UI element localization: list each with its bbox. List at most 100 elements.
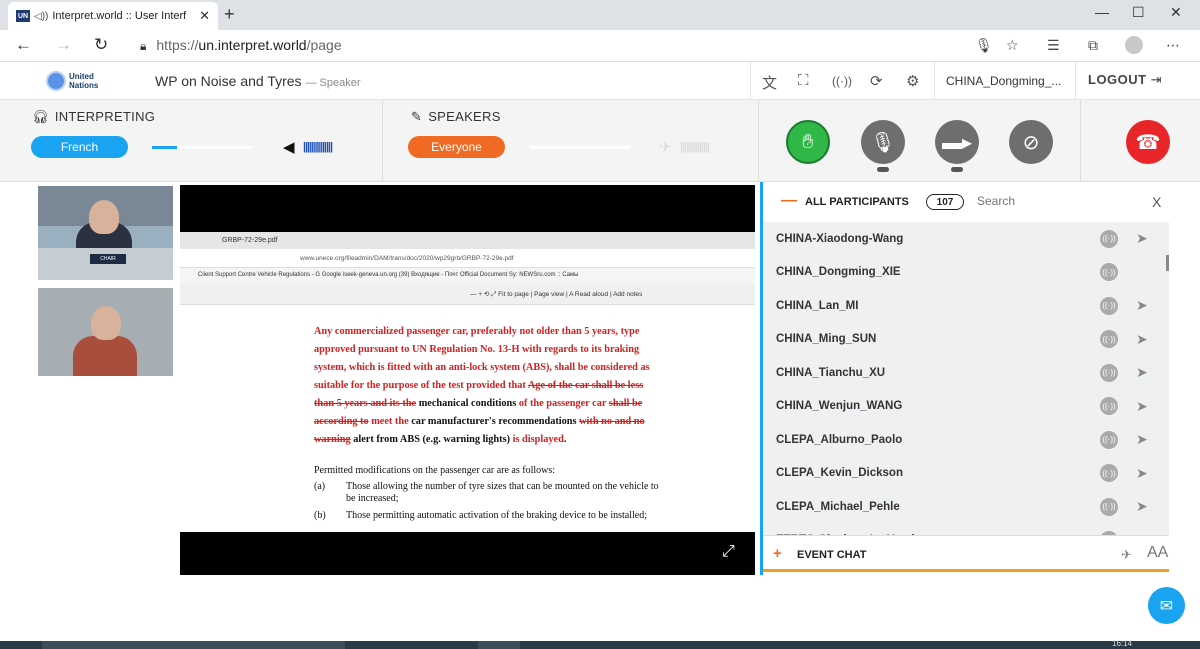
camera-button[interactable]: ▬▸ (935, 120, 979, 164)
url-path: /page (306, 37, 342, 53)
new-tab-button[interactable]: + (224, 4, 235, 25)
doc-item-label: (b) (314, 510, 326, 521)
participant-row[interactable]: CLEPA_Kevin_Dickson ((·)) ➤ (763, 457, 1169, 491)
participants-header: — ALL PARTICIPANTS 107 X (763, 182, 1169, 222)
participant-audio-icon[interactable]: ((·)) (1100, 430, 1118, 449)
taskbar-app[interactable] (478, 641, 520, 649)
un-emblem-icon (46, 71, 66, 91)
send-message-icon[interactable]: ➤ (1136, 498, 1148, 515)
participant-row[interactable]: CHINA_Wenjun_WANG ((·)) ➤ (763, 390, 1169, 424)
taskbar-search[interactable] (42, 641, 345, 649)
participant-row[interactable]: CHINA-Xiaodong-Wang ((·)) ➤ (763, 222, 1169, 256)
language-selector-button[interactable]: French (31, 136, 128, 158)
doc-text-red: meet the (368, 416, 412, 427)
send-message-icon[interactable]: ➤ (1136, 398, 1148, 415)
send-message-icon[interactable]: ➤ (1136, 465, 1148, 482)
doc-text-red: is displayed (512, 434, 564, 445)
url-field[interactable]: 🔒︎ https://un.interpret.world/page (140, 37, 342, 54)
camera-menu-toggle[interactable] (951, 167, 963, 172)
support-chat-button[interactable]: ✉ (1148, 587, 1185, 624)
send-message-icon[interactable]: ➤ (1136, 431, 1148, 448)
favorites-list-icon[interactable]: ☰ (1047, 37, 1060, 54)
participant-audio-icon[interactable]: ((·)) (1100, 263, 1118, 282)
microphone-permission-icon[interactable]: 🎙︎ (975, 37, 993, 54)
browser-tab[interactable]: UN ◁)) Interpret.world :: User Interf ✕ (8, 2, 218, 30)
participant-row[interactable]: ETRTO Gianluca Lo Vercio((·))➤ (763, 524, 1169, 535)
settings-gear-icon[interactable]: ⚙ (906, 72, 919, 90)
participants-list: CHINA-Xiaodong-Wang ((·)) ➤ CHINA_Dongming_… (763, 222, 1169, 535)
send-message-icon[interactable]: ➤ (1136, 230, 1148, 247)
chair-nameplate: CHAIR (90, 254, 126, 264)
chair-camera-feed[interactable]: CHAIR (38, 186, 173, 280)
raise-hand-button[interactable]: ✋︎ (786, 120, 830, 164)
doc-list-item: (b) Those permitting automatic activatio… (314, 510, 665, 522)
os-taskbar: 16:14 (0, 639, 1200, 649)
participant-audio-icon[interactable]: ((·)) (1100, 363, 1118, 382)
leave-call-button[interactable]: ☎ (1126, 120, 1170, 164)
speaker-camera-feed[interactable] (38, 288, 173, 376)
collapse-participants-icon[interactable]: — (781, 192, 797, 210)
participant-row[interactable]: CHINA_Lan_MI ((·)) ➤ (763, 289, 1169, 323)
participants-scrollbar[interactable] (1166, 255, 1169, 271)
participant-row[interactable]: CLEPA_Alburno_Paolo ((·)) ➤ (763, 423, 1169, 457)
speaker-playing-icon[interactable]: ◁)) (34, 11, 48, 22)
meeting-name: WP on Noise and Tyres (155, 73, 302, 89)
participant-audio-icon[interactable]: ((·)) (1100, 296, 1118, 315)
profile-avatar[interactable] (1125, 36, 1143, 54)
participant-audio-icon[interactable]: ((·)) (1100, 229, 1118, 248)
logout-label: LOGOUT (1088, 72, 1147, 87)
volume-speaker-icon[interactable]: ◀ (283, 138, 295, 156)
participant-audio-icon[interactable]: ((·)) (1100, 330, 1118, 349)
sync-icon[interactable]: ⟳ (870, 72, 883, 90)
maximize-button[interactable]: ☐ (1132, 4, 1145, 21)
shared-bookmarks-bar: Client Support Centre Vehicle Regulation… (180, 268, 755, 283)
event-chat-bar[interactable]: + EVENT CHAT ✈ AA (763, 535, 1169, 572)
org-line1: United (69, 72, 94, 81)
send-message-icon[interactable]: ➤ (1136, 331, 1148, 348)
favorite-star-icon[interactable]: ☆ (1006, 37, 1019, 54)
speakers-target-button[interactable]: Everyone (408, 136, 505, 158)
doc-text-black: mechanical conditions (416, 398, 519, 409)
font-size-icon[interactable]: AA (1147, 544, 1168, 562)
tab-close-icon[interactable]: ✕ (199, 8, 210, 24)
window-close-button[interactable]: ✕ (1170, 4, 1182, 21)
broadcast-icon[interactable]: ((·)) (832, 74, 852, 88)
url-host: un.interpret.world (198, 37, 307, 53)
fullscreen-icon[interactable]: ⛶ (798, 72, 809, 89)
chat-mute-icon[interactable]: ✈ (1121, 547, 1132, 563)
logout-button[interactable]: LOGOUT ⇥ (1088, 72, 1162, 88)
participant-row[interactable]: CLEPA_Michael_Pehle ((·)) ➤ (763, 490, 1169, 524)
participant-row[interactable]: CHINA_Ming_SUN ((·)) ➤ (763, 323, 1169, 357)
microphone-button[interactable]: 🎙︎ (861, 120, 905, 164)
screen-share-button[interactable]: ⊘ (1009, 120, 1053, 164)
expand-chat-icon[interactable]: + (773, 545, 782, 562)
back-arrow-icon[interactable]: ← (15, 35, 32, 55)
volume-level-bars[interactable]: |||||||||||||| (303, 141, 333, 153)
participant-audio-icon[interactable]: ((·)) (1100, 464, 1118, 483)
doc-text-red: of the passenger car (518, 398, 609, 409)
doc-text-black: car manufacturer's recommendations (411, 416, 580, 427)
participants-search-input[interactable] (977, 194, 1127, 208)
translate-icon[interactable]: 文 (762, 72, 777, 93)
expand-fullscreen-icon[interactable]: ⤢ (722, 543, 735, 561)
send-message-icon[interactable]: ➤ (1136, 297, 1148, 314)
participant-row[interactable]: CHINA_Dongming_XIE ((·)) (763, 256, 1169, 290)
browser-address-bar: ← → ↻ 🔒︎ https://un.interpret.world/page … (0, 30, 1200, 62)
language-volume-slider[interactable] (152, 146, 252, 149)
participants-close-icon[interactable]: X (1152, 194, 1161, 210)
microphone-menu-toggle[interactable] (877, 167, 889, 172)
participant-audio-icon[interactable]: ((·)) (1100, 397, 1118, 416)
logout-arrow-icon: ⇥ (1150, 72, 1163, 87)
minimize-button[interactable]: — (1095, 4, 1109, 20)
taskbar-clock: 16:14 (1112, 639, 1133, 648)
refresh-icon[interactable]: ↻ (94, 35, 108, 55)
more-menu-icon[interactable]: ⋯ (1166, 37, 1180, 54)
current-user-name[interactable]: CHINA_Dongming_... (946, 74, 1064, 88)
collections-icon[interactable]: ⧉ (1088, 37, 1098, 54)
forward-arrow-icon[interactable]: → (55, 35, 72, 55)
participant-audio-icon[interactable]: ((·)) (1100, 497, 1118, 516)
send-message-icon[interactable]: ➤ (1136, 364, 1148, 381)
speaker-volume-slider[interactable] (530, 146, 630, 149)
lock-icon: 🔒︎ (140, 39, 147, 53)
participant-row[interactable]: CHINA_Tianchu_XU ((·)) ➤ (763, 356, 1169, 390)
